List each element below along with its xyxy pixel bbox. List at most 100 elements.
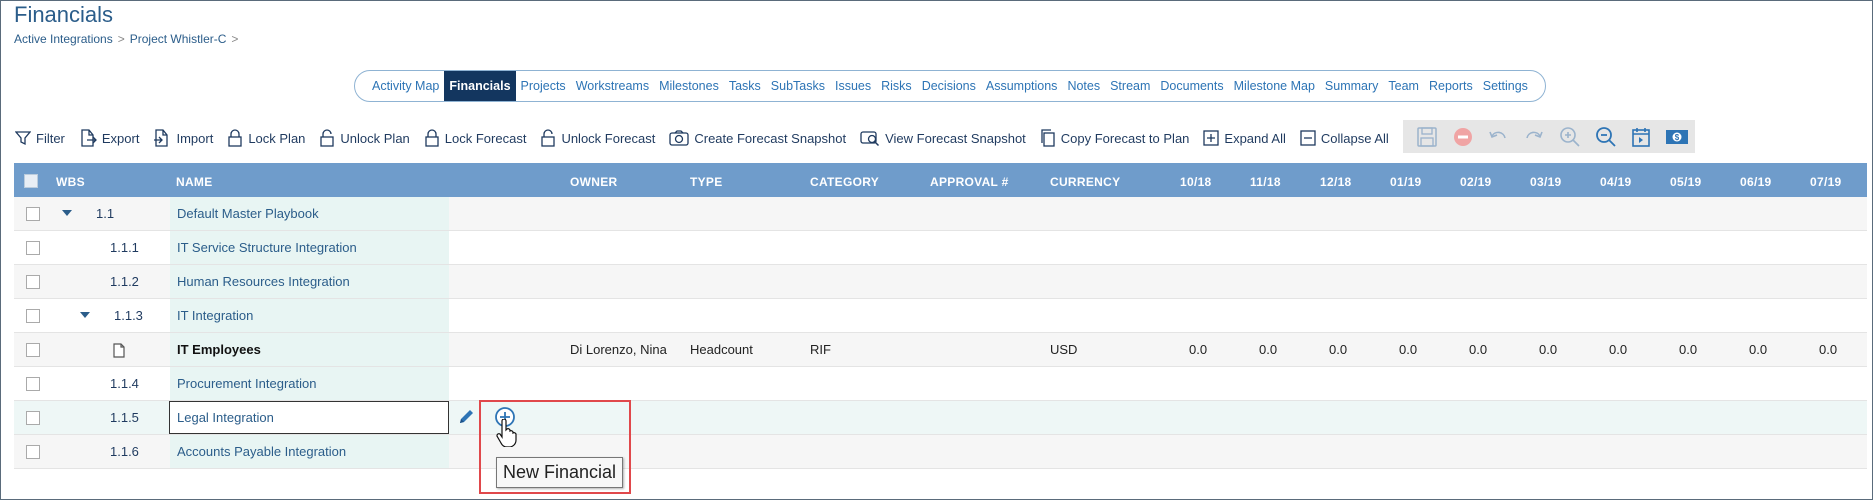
column-header-month[interactable]: 05/19 <box>1670 175 1702 189</box>
row-checkbox[interactable] <box>26 241 40 255</box>
create-forecast-snapshot-button[interactable]: Create Forecast Snapshot <box>669 130 846 146</box>
filter-button[interactable]: Filter <box>15 130 65 146</box>
tab-summary[interactable]: Summary <box>1320 71 1383 101</box>
row-month-value[interactable]: 0.0 <box>1819 342 1837 357</box>
unlock-icon <box>320 129 335 147</box>
column-header-month[interactable]: 03/19 <box>1530 175 1562 189</box>
row-checkbox[interactable] <box>26 275 40 289</box>
tab-assumptions[interactable]: Assumptions <box>981 71 1063 101</box>
tab-workstreams[interactable]: Workstreams <box>571 71 654 101</box>
row-month-value[interactable]: 0.0 <box>1259 342 1277 357</box>
tab-milestones[interactable]: Milestones <box>654 71 724 101</box>
view-forecast-snapshot-button[interactable]: View Forecast Snapshot <box>860 129 1026 147</box>
collapse-all-button[interactable]: Collapse All <box>1300 130 1389 146</box>
table-row[interactable]: 1.1.2 Human Resources Integration <box>14 265 1867 299</box>
collapse-caret-icon[interactable] <box>80 312 90 318</box>
column-header-month[interactable]: 07/19 <box>1810 175 1842 189</box>
tab-notes[interactable]: Notes <box>1062 71 1105 101</box>
row-name[interactable]: Legal Integration <box>177 410 274 425</box>
collapse-caret-icon[interactable] <box>62 210 72 216</box>
row-checkbox[interactable] <box>26 207 40 221</box>
column-header-type[interactable]: TYPE <box>690 175 723 189</box>
row-month-value[interactable]: 0.0 <box>1469 342 1487 357</box>
row-month-value[interactable]: 0.0 <box>1189 342 1207 357</box>
tab-decisions[interactable]: Decisions <box>917 71 981 101</box>
tab-subtasks[interactable]: SubTasks <box>766 71 830 101</box>
tab-risks[interactable]: Risks <box>876 71 917 101</box>
breadcrumb-item-active-integrations[interactable]: Active Integrations <box>14 32 113 46</box>
row-name[interactable]: IT Service Structure Integration <box>177 240 357 255</box>
export-button[interactable]: Export <box>79 129 139 147</box>
row-month-value[interactable]: 0.0 <box>1329 342 1347 357</box>
column-header-owner[interactable]: OWNER <box>570 175 618 189</box>
lock-forecast-button[interactable]: Lock Forecast <box>424 129 526 147</box>
table-row-selected[interactable]: 1.1.5 Legal Integration <box>14 401 1867 435</box>
tab-activity-map[interactable]: Activity Map <box>367 71 444 101</box>
table-row[interactable]: 1.1 Default Master Playbook <box>14 197 1867 231</box>
pencil-icon[interactable] <box>457 408 475 426</box>
unlock-forecast-button[interactable]: Unlock Forecast <box>540 129 655 147</box>
row-name[interactable]: IT Employees <box>177 342 261 357</box>
table-row[interactable]: 1.1.4 Procurement Integration <box>14 367 1867 401</box>
tab-documents[interactable]: Documents <box>1155 71 1228 101</box>
table-row[interactable]: 1.1.3 IT Integration <box>14 299 1867 333</box>
column-header-approval[interactable]: APPROVAL # <box>930 175 1009 189</box>
tab-tasks[interactable]: Tasks <box>724 71 766 101</box>
column-header-month[interactable]: 01/19 <box>1390 175 1422 189</box>
tab-issues[interactable]: Issues <box>830 71 876 101</box>
row-name[interactable]: Procurement Integration <box>177 376 316 391</box>
calendar-icon[interactable] <box>1624 122 1660 152</box>
save-icon[interactable] <box>1409 122 1445 152</box>
lock-plan-button[interactable]: Lock Plan <box>227 129 305 147</box>
row-name[interactable]: IT Integration <box>177 308 253 323</box>
row-wbs: 1.1.6 <box>110 444 139 459</box>
row-checkbox[interactable] <box>26 377 40 391</box>
table-row[interactable]: 1.1.1 IT Service Structure Integration <box>14 231 1867 265</box>
column-header-month[interactable]: 10/18 <box>1180 175 1212 189</box>
row-checkbox[interactable] <box>26 445 40 459</box>
import-button[interactable]: Import <box>153 129 213 147</box>
column-header-month[interactable]: 06/19 <box>1740 175 1772 189</box>
tab-milestone-map[interactable]: Milestone Map <box>1229 71 1320 101</box>
row-checkbox[interactable] <box>26 343 40 357</box>
row-checkbox[interactable] <box>26 309 40 323</box>
zoom-out-icon[interactable] <box>1588 122 1624 152</box>
row-name[interactable]: Human Resources Integration <box>177 274 350 289</box>
unlock-plan-button[interactable]: Unlock Plan <box>319 129 410 147</box>
column-header-month[interactable]: 12/18 <box>1320 175 1352 189</box>
row-month-value[interactable]: 0.0 <box>1539 342 1557 357</box>
tab-settings[interactable]: Settings <box>1478 71 1533 101</box>
delete-icon[interactable] <box>1445 122 1481 152</box>
column-header-currency[interactable]: CURRENCY <box>1050 175 1120 189</box>
tab-team[interactable]: Team <box>1383 71 1424 101</box>
breadcrumb-item-project[interactable]: Project Whistler-C <box>130 32 227 46</box>
row-checkbox[interactable] <box>26 411 40 425</box>
table-row[interactable]: IT Employees Di Lorenzo, Nina Headcount … <box>14 333 1867 367</box>
minus-square-icon <box>1300 130 1316 146</box>
tab-stream[interactable]: Stream <box>1105 71 1155 101</box>
column-header-month[interactable]: 02/19 <box>1460 175 1492 189</box>
currency-icon[interactable]: $ <box>1659 122 1695 152</box>
grid-icon-toolbar: $ <box>1403 120 1695 153</box>
redo-icon[interactable] <box>1516 122 1552 152</box>
copy-forecast-to-plan-button[interactable]: Copy Forecast to Plan <box>1040 129 1189 147</box>
zoom-in-icon[interactable] <box>1552 122 1588 152</box>
column-header-month[interactable]: 04/19 <box>1600 175 1632 189</box>
row-month-value[interactable]: 0.0 <box>1749 342 1767 357</box>
row-month-value[interactable]: 0.0 <box>1609 342 1627 357</box>
tab-projects[interactable]: Projects <box>516 71 571 101</box>
row-name[interactable]: Default Master Playbook <box>177 206 319 221</box>
tab-reports[interactable]: Reports <box>1424 71 1478 101</box>
table-row[interactable]: 1.1.6 Accounts Payable Integration <box>14 435 1867 469</box>
tab-financials[interactable]: Financials <box>444 71 516 101</box>
column-header-wbs[interactable]: WBS <box>56 175 85 189</box>
row-name[interactable]: Accounts Payable Integration <box>177 444 346 459</box>
row-month-value[interactable]: 0.0 <box>1399 342 1417 357</box>
expand-all-button[interactable]: Expand All <box>1203 130 1286 146</box>
column-header-month[interactable]: 11/18 <box>1250 175 1281 189</box>
undo-icon[interactable] <box>1481 122 1517 152</box>
select-all-checkbox[interactable] <box>24 174 38 188</box>
row-month-value[interactable]: 0.0 <box>1679 342 1697 357</box>
column-header-name[interactable]: NAME <box>176 175 213 189</box>
column-header-category[interactable]: CATEGORY <box>810 175 879 189</box>
